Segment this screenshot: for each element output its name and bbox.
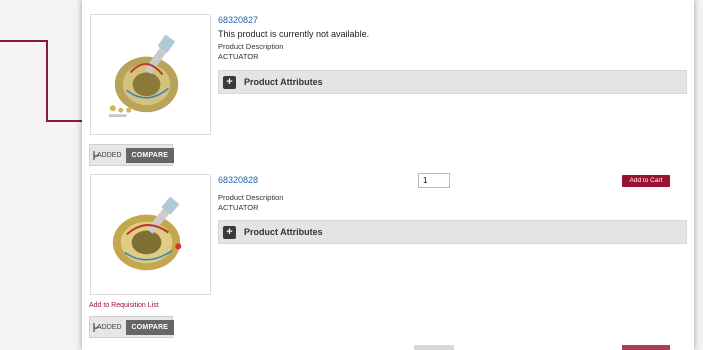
add-to-cart-button[interactable]: Add to Cart	[622, 175, 670, 187]
product-attributes-toggle[interactable]: + Product Attributes	[218, 220, 687, 244]
added-label: ADDED	[97, 151, 122, 159]
product-attributes-label: Product Attributes	[244, 227, 323, 237]
callout-line	[0, 40, 47, 42]
product-image[interactable]	[90, 174, 211, 295]
add-to-requisition-link[interactable]: Add to Requisition List	[89, 302, 159, 309]
product-attributes-toggle[interactable]: + Product Attributes	[218, 70, 687, 94]
actuator-image	[112, 196, 182, 271]
compare-button[interactable]: COMPARE	[125, 319, 175, 335]
plus-icon: +	[223, 75, 236, 89]
availability-text: This product is currently not available.	[218, 29, 370, 39]
compare-checkbox[interactable]	[93, 322, 95, 332]
description-value: ACTUATOR	[218, 52, 259, 61]
added-label: ADDED	[97, 323, 122, 331]
description-value: ACTUATOR	[218, 203, 259, 212]
plus-icon: +	[223, 225, 236, 239]
description-label: Product Description	[218, 42, 284, 51]
part-number-link[interactable]: 68320827	[218, 15, 258, 25]
description-label: Product Description	[218, 193, 284, 202]
next-quantity-input-edge	[414, 345, 454, 350]
quantity-input[interactable]	[418, 173, 450, 188]
actuator-image	[108, 34, 179, 118]
callout-line	[46, 40, 48, 122]
compare-button[interactable]: COMPARE	[125, 147, 175, 163]
compare-checkbox[interactable]	[93, 150, 95, 160]
product-image[interactable]	[90, 14, 211, 135]
part-number-link[interactable]: 68320828	[218, 175, 258, 185]
product-attributes-label: Product Attributes	[244, 77, 323, 87]
next-cart-button-edge	[622, 345, 670, 350]
compare-bar: ADDED COMPARE	[89, 316, 175, 338]
compare-bar: ADDED COMPARE	[89, 144, 175, 166]
